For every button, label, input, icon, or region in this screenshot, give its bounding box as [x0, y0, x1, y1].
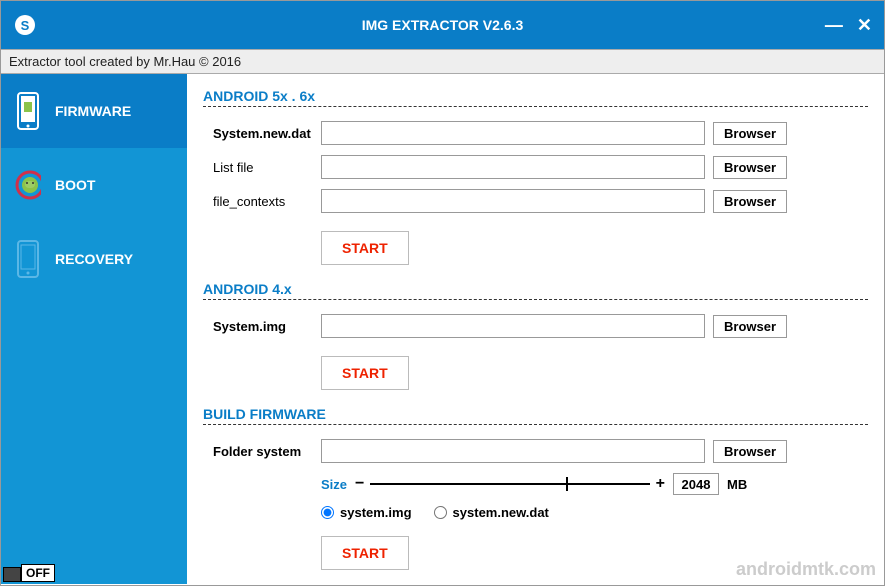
field-system-new-dat: System.new.dat Browser	[213, 121, 868, 145]
size-unit: MB	[727, 477, 747, 492]
radio-input[interactable]	[434, 506, 447, 519]
field-file-contexts: file_contexts Browser	[213, 189, 868, 213]
plus-icon: +	[656, 475, 665, 493]
radio-row: system.img system.new.dat	[321, 505, 868, 520]
radio-system-img[interactable]: system.img	[321, 505, 412, 520]
field-label: file_contexts	[213, 194, 321, 209]
browser-button[interactable]: Browser	[713, 156, 787, 179]
start-button-android56[interactable]: START	[321, 231, 409, 265]
svg-text:S: S	[21, 18, 30, 33]
field-folder-system: Folder system Browser	[213, 439, 868, 463]
firmware-icon	[15, 92, 41, 130]
section-title-android4: ANDROID 4.x	[203, 281, 868, 297]
sidebar: FIRMWARE BOOT RECOVERY OFF	[1, 74, 187, 584]
divider	[203, 299, 868, 300]
start-button-android4[interactable]: START	[321, 356, 409, 390]
watermark: androidmtk.com	[736, 559, 876, 580]
field-label: System.img	[213, 319, 321, 334]
radio-input[interactable]	[321, 506, 334, 519]
boot-icon	[15, 166, 41, 204]
start-button-build[interactable]: START	[321, 536, 409, 570]
field-label: List file	[213, 160, 321, 175]
size-slider[interactable]: − +	[355, 475, 665, 493]
sidebar-label: BOOT	[55, 177, 95, 193]
browser-button[interactable]: Browser	[713, 440, 787, 463]
sidebar-item-boot[interactable]: BOOT	[1, 148, 187, 222]
field-label: Folder system	[213, 444, 321, 459]
file-contexts-input[interactable]	[321, 189, 705, 213]
minimize-button[interactable]: —	[825, 15, 843, 36]
app-icon: S	[13, 13, 37, 37]
field-system-img: System.img Browser	[213, 314, 868, 338]
field-label: System.new.dat	[213, 126, 321, 141]
size-label: Size	[321, 477, 347, 492]
toggle-label: OFF	[21, 564, 55, 582]
close-button[interactable]: ✕	[857, 15, 872, 36]
field-list-file: List file Browser	[213, 155, 868, 179]
sidebar-label: FIRMWARE	[55, 103, 131, 119]
size-value-input[interactable]	[673, 473, 719, 495]
size-row: Size − + MB	[321, 473, 868, 495]
recovery-icon	[15, 240, 41, 278]
system-img-input[interactable]	[321, 314, 705, 338]
section-title-android56: ANDROID 5x . 6x	[203, 88, 868, 104]
section-title-build: BUILD FIRMWARE	[203, 406, 868, 422]
sidebar-label: RECOVERY	[55, 251, 133, 267]
sidebar-item-firmware[interactable]: FIRMWARE	[1, 74, 187, 148]
sidebar-item-recovery[interactable]: RECOVERY	[1, 222, 187, 296]
radio-system-new-dat[interactable]: system.new.dat	[434, 505, 549, 520]
list-file-input[interactable]	[321, 155, 705, 179]
browser-button[interactable]: Browser	[713, 122, 787, 145]
minus-icon: −	[355, 475, 364, 493]
titlebar: S IMG EXTRACTOR V2.6.3 — ✕	[1, 1, 884, 49]
subheader: Extractor tool created by Mr.Hau © 2016	[1, 49, 884, 74]
divider	[203, 424, 868, 425]
browser-button[interactable]: Browser	[713, 315, 787, 338]
browser-button[interactable]: Browser	[713, 190, 787, 213]
folder-system-input[interactable]	[321, 439, 705, 463]
window-title: IMG EXTRACTOR V2.6.3	[362, 17, 524, 33]
system-new-dat-input[interactable]	[321, 121, 705, 145]
main-panel: ANDROID 5x . 6x System.new.dat Browser L…	[187, 74, 884, 584]
toggle-switch[interactable]	[3, 567, 21, 582]
divider	[203, 106, 868, 107]
